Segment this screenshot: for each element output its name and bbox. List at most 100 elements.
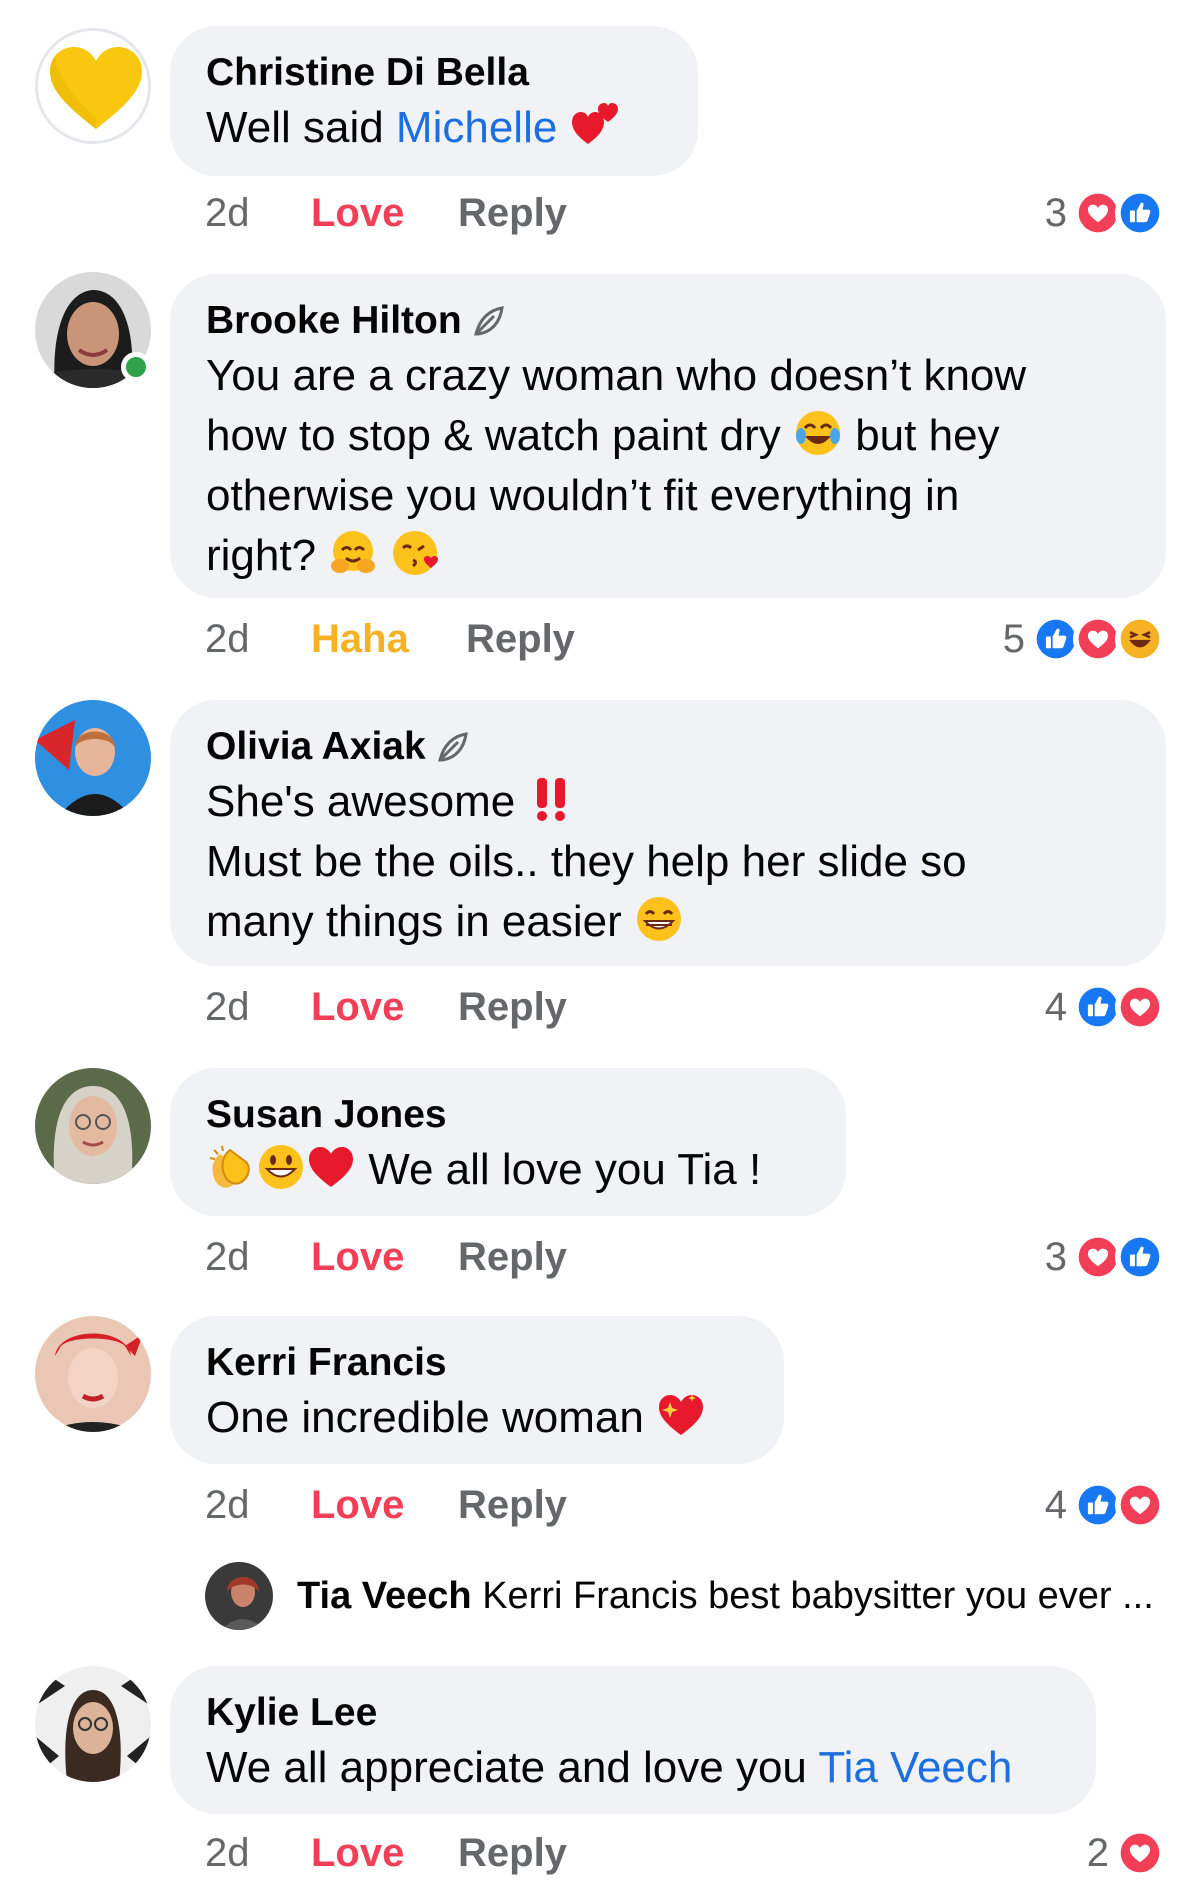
comment-time[interactable]: 2d [205,614,311,664]
reply-button[interactable]: Reply [458,188,567,238]
line-segment: right? [206,531,317,580]
reaction-count: 2 [1086,1831,1109,1875]
comment-author[interactable]: Olivia Axiak [206,722,1130,772]
comment-time[interactable]: 2d [205,1232,311,1282]
reply-button[interactable]: Reply [458,1828,567,1878]
line-segment: many things in easier [206,897,622,946]
reply-text: Tia Veech Kerri Francis best babysitter … [297,1571,1154,1621]
reaction-summary[interactable]: 2 [1087,1828,1165,1878]
reply-button[interactable]: Reply [458,1480,567,1530]
comment-text: We all love you Tia ! [206,1140,810,1200]
haha-button[interactable]: Haha [311,614,466,664]
avatar[interactable] [35,1316,151,1432]
comment-author[interactable]: Brooke Hilton [206,296,1130,346]
tears-of-joy-emoji-icon [795,411,840,455]
love-reaction-icon [1115,1480,1165,1530]
line-segment: but hey [842,411,1000,460]
comment-time[interactable]: 2d [205,188,311,238]
comment-line: otherwise you wouldn’t fit everything in [206,471,960,520]
comment-line: She's awesome [206,772,1130,832]
love-reaction-icon [1115,1828,1165,1878]
badge-leaf-icon [437,732,468,762]
love-button[interactable]: Love [311,188,458,238]
comment-text: You are a crazy woman who doesn’t know h… [206,346,1130,586]
face-blowing-kiss-emoji-icon [392,531,438,575]
line-segment: She's awesome [206,777,516,826]
comment-actions: 2d Love Reply [205,1232,567,1282]
comment-text: One incredible woman [206,1388,748,1448]
comment-author[interactable]: Kylie Lee [206,1688,1060,1738]
reply-avatar[interactable] [205,1562,273,1630]
comment-actions: 2d Love Reply [205,982,567,1032]
yellow-heart-icon [38,31,148,141]
reaction-summary[interactable]: 4 [1045,982,1165,1032]
comment-time[interactable]: 2d [205,982,311,1032]
comment-author[interactable]: Kerri Francis [206,1338,748,1388]
reaction-summary[interactable]: 3 [1045,1232,1165,1282]
grinning-face-emoji-icon [637,897,681,941]
comment-text-before: Well said [206,103,396,152]
mention-link[interactable]: Tia Veech [818,1743,1012,1792]
grinning-emoji-icon [259,1145,303,1189]
love-button[interactable]: Love [311,1232,458,1282]
comment-bubble[interactable]: Olivia Axiak She's awesome Must be the o… [170,700,1166,966]
reaction-count: 4 [1044,1483,1067,1527]
hugging-face-emoji-icon [331,531,376,573]
comment-bubble[interactable]: Susan Jones We all love you Tia ! [170,1068,846,1216]
avatar[interactable] [35,28,151,144]
comment-line: many things in easier [206,892,1130,952]
comment-line: right? [206,526,1130,586]
comment-author[interactable]: Susan Jones [206,1090,810,1140]
love-button[interactable]: Love [311,1480,458,1530]
love-reaction-icon [1115,982,1165,1032]
comment-bubble[interactable]: Christine Di Bella Well said Michelle [170,26,698,176]
love-button[interactable]: Love [311,1828,458,1878]
comment-time[interactable]: 2d [205,1480,311,1530]
online-status-indicator [121,352,151,382]
profile-photo-susan [35,1068,151,1184]
sparkling-heart-emoji-icon [659,1394,704,1435]
profile-photo-kylie [35,1666,151,1782]
author-name[interactable]: Brooke Hilton [206,296,462,346]
reply-button[interactable]: Reply [466,614,575,664]
reaction-count: 3 [1044,1235,1067,1279]
reply-button[interactable]: Reply [458,1232,567,1282]
clapping-hands-emoji-icon [209,1145,250,1188]
comment-text-before: We all appreciate and love you [206,1743,819,1792]
comment-text-content: We all love you Tia ! [368,1145,762,1194]
comment-line: how to stop & watch paint dry but hey [206,406,1130,466]
love-button[interactable]: Love [311,982,458,1032]
reaction-count: 4 [1044,985,1067,1029]
comment-line: You are a crazy woman who doesn’t know [206,351,1027,400]
like-reaction-icon [1115,188,1165,238]
reply-author[interactable]: Tia Veech [297,1575,472,1617]
reply-preview[interactable]: Tia Veech Kerri Francis best babysitter … [205,1562,1154,1630]
double-exclamation-icon [537,778,566,821]
reaction-count: 5 [1002,617,1025,661]
reaction-summary[interactable]: 5 [1003,614,1165,664]
haha-reaction-icon [1115,614,1165,664]
mention-link[interactable]: Michelle [396,103,557,152]
avatar[interactable] [35,1666,151,1782]
red-heart-emoji-icon [309,1147,353,1187]
reply-button[interactable]: Reply [458,982,567,1032]
comment-actions: 2d Love Reply [205,1828,567,1878]
two-hearts-icon [571,103,618,144]
profile-photo-kerri [35,1316,151,1432]
profile-photo-tia [205,1562,273,1630]
comment-bubble[interactable]: Kylie Lee We all appreciate and love you… [170,1666,1096,1814]
avatar[interactable] [35,700,151,816]
comment-bubble[interactable]: Kerri Francis One incredible woman [170,1316,784,1464]
reaction-summary[interactable]: 3 [1045,188,1165,238]
reaction-summary[interactable]: 4 [1045,1480,1165,1530]
comment-text-content: One incredible woman [206,1393,644,1442]
comment-line: Must be the oils.. they help her slide s… [206,837,967,886]
comment-author[interactable]: Christine Di Bella [206,48,662,98]
comment-bubble[interactable]: Brooke Hilton You are a crazy woman who … [170,274,1166,598]
comment-text: She's awesome Must be the oils.. they he… [206,772,1130,952]
avatar[interactable] [35,1068,151,1184]
comment-time[interactable]: 2d [205,1828,311,1878]
author-name[interactable]: Olivia Axiak [206,722,426,772]
reaction-count: 3 [1044,191,1067,235]
reply-snippet: Kerri Francis best babysitter you ever .… [482,1575,1154,1617]
